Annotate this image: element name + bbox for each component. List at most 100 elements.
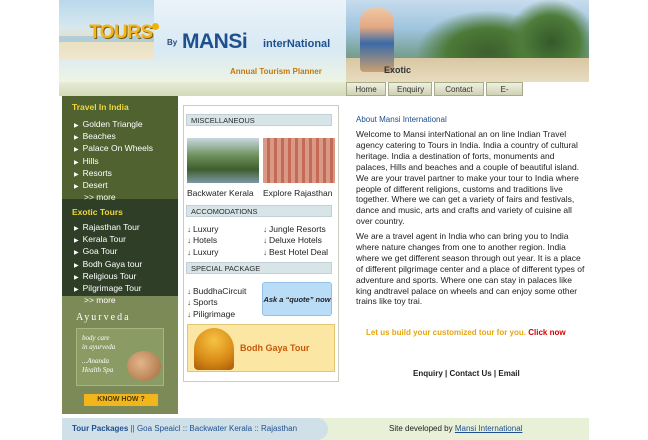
arrow-icon: ▶: [74, 238, 79, 245]
spa-image: [127, 351, 161, 381]
sidebar-item-resorts[interactable]: ▶ Resorts: [74, 168, 153, 180]
enquiry-link[interactable]: Enquiry: [413, 369, 443, 378]
down-arrow-icon: ↓: [187, 309, 191, 319]
about-title: About Mansi International: [356, 115, 447, 124]
footer-packages: Tour Packages || Goa Speaicl :: Backwate…: [62, 418, 328, 440]
travel-title: Travel In India: [72, 102, 129, 112]
nav-enquiry-button[interactable]: Enquiry: [388, 82, 432, 96]
accom-deluxe-hotels[interactable]: ↓ Deluxe Hotels: [263, 235, 328, 246]
special-piligrimage[interactable]: ↓ Piligrimage: [187, 309, 246, 320]
kerala-image[interactable]: [187, 138, 259, 183]
accom-jungle-resorts[interactable]: ↓ Jungle Resorts: [263, 224, 328, 235]
sidebar-item-bodh-gaya-tour[interactable]: ▶ Bodh Gaya tour: [74, 259, 142, 271]
nav-contact-button[interactable]: Contact Us: [434, 82, 484, 96]
footer-credit: Site developed by Mansi International: [389, 424, 522, 433]
bottom-links: Enquiry | Contact Us | Email: [413, 369, 520, 378]
arrow-icon: ▶: [74, 226, 79, 232]
accom-right-list: ↓ Jungle Resorts ↓ Deluxe Hotels ↓ Best Hot…: [263, 224, 328, 258]
ayurveda-promo[interactable]: body care in ayurveda ...Ananda Health S…: [76, 328, 164, 386]
header-strip: [59, 82, 346, 96]
sidebar-item-golden-triangle[interactable]: ▶ Golden Triangle: [74, 119, 153, 131]
sidebar-item-pilgrimage-tour[interactable]: ▶ Pilgrimage Tour: [74, 283, 142, 295]
travel-list: ▶ Golden Triangle ▶ Beaches ▶ Palace On Whe…: [74, 119, 153, 202]
sidebar-item-palace-on-wheels[interactable]: ▶ Palace On Wheels: [74, 143, 153, 155]
packages-label[interactable]: Tour Packages: [72, 424, 128, 433]
nav-home-button[interactable]: Home: [346, 82, 386, 96]
buddha-image: [194, 328, 234, 370]
brand-name: MANSi: [182, 30, 248, 53]
special-buddha-circuit[interactable]: ↓ BuddhaCircuit: [187, 286, 246, 297]
sidebar: Travel In India ▶ Golden Triangle ▶ Beache…: [62, 96, 178, 414]
photo-caption: Exotic: [384, 65, 412, 75]
arrow-icon: ▶: [74, 123, 79, 129]
sidebar-item-kerala-tour[interactable]: ▶ Kerala Tour: [74, 234, 142, 246]
arrow-icon: ▶: [74, 262, 79, 269]
email-link[interactable]: Email: [498, 369, 519, 378]
footer-packages-text: Tour Packages || Goa Speaicl :: Backwate…: [72, 424, 297, 433]
ayurveda-title: Ayurveda: [76, 312, 131, 323]
accomodations-header: ACCOMODATIONS: [186, 205, 332, 217]
header-banner: TOURS By MANSi interNational Annual Tour…: [59, 0, 346, 82]
nav-email-button[interactable]: E-mail: [486, 82, 523, 96]
dev-link[interactable]: Mansi International: [455, 424, 523, 433]
arrow-icon: ▶: [74, 135, 79, 142]
cta-text: Let us build your customized tour for yo…: [366, 328, 529, 337]
exotic-list: ▶ Rajasthan Tour ▶ Kerala Tour ▶ Goa Tour ▶…: [74, 222, 142, 305]
accom-left-list: ↓ Luxury ↓ Hotels ↓ Luxury: [187, 224, 219, 258]
down-arrow-icon: ↓: [263, 225, 267, 234]
arrow-icon: ▶: [74, 159, 79, 166]
special-sports[interactable]: ↓ Sports: [187, 297, 246, 308]
header: TOURS By MANSi interNational Annual Tour…: [59, 0, 589, 96]
rajasthan-caption[interactable]: Explore Rajasthan: [263, 188, 332, 198]
accom-best-hotel-deal[interactable]: ↓ Best Hotel Deal: [263, 247, 328, 258]
brand-suffix: interNational: [263, 38, 331, 50]
arrow-icon: ▶: [74, 147, 79, 154]
arrow-icon: ▶: [74, 250, 79, 257]
by-label: By: [167, 38, 178, 47]
know-how-button[interactable]: KNOW HOW ?: [84, 394, 158, 406]
ayurveda-text: body care in ayurveda ...Ananda Health S…: [82, 334, 116, 374]
sun-icon: [152, 23, 159, 30]
cta-line: Let us build your customized tour for yo…: [366, 328, 566, 337]
ask-quote-button[interactable]: Ask a “quote” now: [262, 282, 332, 316]
tagline: Annual Tourism Planner: [230, 67, 322, 76]
arrow-icon: ▶: [74, 184, 79, 191]
sidebar-item-goa-tour[interactable]: ▶ Goa Tour: [74, 246, 142, 258]
down-arrow-icon: ↓: [187, 247, 191, 257]
sidebar-item-beaches[interactable]: ▶ Beaches: [74, 131, 153, 143]
sidebar-item-religious-tour[interactable]: ▶ Religious Tour: [74, 271, 142, 283]
misc-header: MISCELLANEOUS: [186, 114, 332, 126]
contact-link[interactable]: Contact Us: [449, 369, 491, 378]
bodh-gaya-title: Bodh Gaya Tour: [240, 343, 310, 353]
travel-more-link[interactable]: >> more: [74, 192, 153, 202]
kerala-caption[interactable]: Backwater Kerala: [187, 188, 254, 198]
bodh-gaya-banner[interactable]: Bodh Gaya Tour: [187, 324, 335, 372]
arrow-icon: ▶: [74, 171, 79, 178]
accom-luxury-2[interactable]: ↓ Luxury: [187, 247, 219, 258]
tourist-image: [360, 8, 394, 72]
sidebar-item-rajasthan-tour[interactable]: ▶ Rajasthan Tour: [74, 222, 142, 234]
dev-text: Site developed by: [389, 424, 455, 433]
rajasthan-image[interactable]: [263, 138, 335, 183]
down-arrow-icon: ↓: [187, 225, 191, 234]
special-list: ↓ BuddhaCircuit ↓ Sports ↓ Piligrimage: [187, 286, 246, 320]
sidebar-item-hills[interactable]: ▶ Hills: [74, 156, 153, 168]
down-arrow-icon: ↓: [263, 247, 267, 257]
arrow-icon: ▶: [74, 274, 79, 281]
accom-hotels[interactable]: ↓ Hotels: [187, 235, 219, 246]
packages-links[interactable]: || Goa Speaicl :: Backwater Kerala :: Ra…: [131, 424, 297, 433]
top-nav: Home Enquiry Contact Us E-mail: [346, 82, 525, 96]
header-photo: Exotic: [346, 0, 589, 82]
down-arrow-icon: ↓: [263, 236, 267, 246]
down-arrow-icon: ↓: [187, 298, 191, 308]
arrow-icon: ▶: [74, 287, 79, 294]
footer: Tour Packages || Goa Speaicl :: Backwate…: [62, 418, 589, 440]
down-arrow-icon: ↓: [187, 287, 191, 296]
sidebar-item-desert[interactable]: ▶ Desert: [74, 180, 153, 192]
click-now-link[interactable]: Click now: [528, 328, 565, 337]
agent-paragraph: We are a travel agent in India who can b…: [356, 231, 585, 307]
accom-luxury[interactable]: ↓ Luxury: [187, 224, 219, 235]
middle-panel: MISCELLANEOUS Backwater Kerala Explore R…: [183, 105, 339, 382]
down-arrow-icon: ↓: [187, 236, 191, 246]
exotic-more-link[interactable]: >> more: [74, 295, 142, 305]
